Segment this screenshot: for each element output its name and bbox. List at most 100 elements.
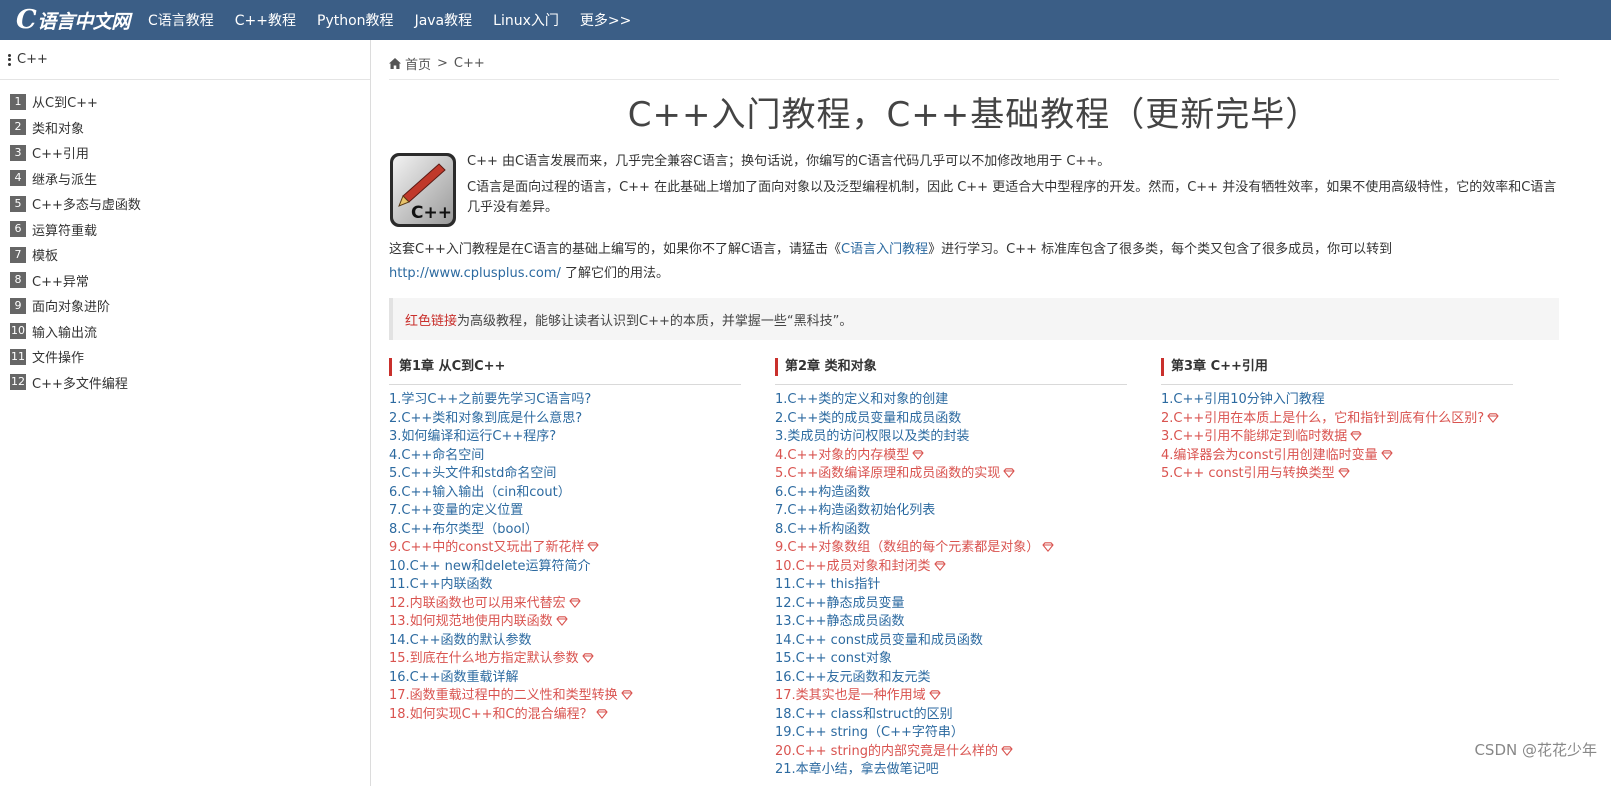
- sidebar-item-number: 6: [10, 221, 26, 238]
- lesson-link[interactable]: 14.C++函数的默认参数: [389, 632, 741, 651]
- sidebar-item-label: C++多文件编程: [32, 376, 128, 392]
- lesson-link[interactable]: 19.C++ string（C++字符串）: [775, 724, 1127, 743]
- page-title: C++入门教程，C++基础教程（更新完毕）: [627, 95, 1321, 135]
- sidebar-item[interactable]: 5 C++多态与虚函数: [0, 191, 370, 217]
- breadcrumb-current: C++: [453, 56, 485, 71]
- diamond-icon: [1350, 429, 1362, 441]
- c-tutorial-link[interactable]: C语言入门教程: [841, 242, 928, 257]
- lesson-link[interactable]: 2.C++类和对象到底是什么意思?: [389, 410, 741, 429]
- lesson-link[interactable]: 5.C++ const引用与转换类型: [1161, 465, 1513, 484]
- lesson-link[interactable]: 16.C++函数重载详解: [389, 669, 741, 688]
- lesson-link[interactable]: 17.类其实也是一种作用域: [775, 687, 1127, 706]
- lesson-link-text: 10.C++成员对象和封闭类: [775, 558, 931, 574]
- sidebar-item[interactable]: 9 面向对象进阶: [0, 293, 370, 319]
- sidebar-item-number: 10: [10, 323, 26, 340]
- chapter-title: 第3章 C++引用: [1161, 358, 1513, 376]
- lesson-link[interactable]: 6.C++构造函数: [775, 484, 1127, 503]
- advanced-notice: 红色链接 为高级教程，能够让读者认识到C++的本质，并掌握一些“黑科技”。: [389, 298, 1559, 340]
- lesson-link[interactable]: 4.编译器会为const引用创建临时变量: [1161, 447, 1513, 466]
- lesson-link[interactable]: 17.函数重载过程中的二义性和类型转换: [389, 687, 741, 706]
- lesson-link-text: 1.C++类的定义和对象的创建: [775, 392, 949, 407]
- lesson-link[interactable]: 16.C++友元函数和友元类: [775, 669, 1127, 688]
- breadcrumb-home-link[interactable]: 首页: [405, 54, 431, 73]
- lesson-link[interactable]: 4.C++对象的内存模型: [775, 447, 1127, 466]
- nav-item[interactable]: Java教程: [415, 10, 473, 30]
- sidebar-item-label: C++异常: [32, 274, 89, 290]
- lesson-link[interactable]: 12.内联函数也可以用来代替宏: [389, 595, 741, 614]
- sidebar-item[interactable]: 1 从C到C++: [0, 89, 370, 115]
- lesson-link[interactable]: 3.类成员的访问权限以及类的封装: [775, 428, 1127, 447]
- diamond-icon: [587, 540, 600, 552]
- lesson-link[interactable]: 1.C++类的定义和对象的创建: [775, 391, 1127, 410]
- lesson-link[interactable]: 4.C++命名空间: [389, 447, 741, 466]
- description-text-3: 了解它们的用法。: [560, 266, 669, 281]
- lesson-link[interactable]: 11.C++内联函数: [389, 576, 741, 595]
- intro-paragraph-2: C语言是面向过程的语言，C++ 在此基础上增加了面向对象以及泛型编程机制，因此 …: [467, 180, 1557, 215]
- lesson-link-text: 16.C++友元函数和友元类: [775, 669, 931, 685]
- diamond-icon: [929, 688, 941, 700]
- lesson-link[interactable]: 1.C++引用10分钟入门教程: [1161, 391, 1513, 410]
- nav-item[interactable]: Linux入门: [493, 10, 559, 30]
- lesson-link-text: 16.C++函数重载详解: [389, 669, 519, 685]
- sidebar-title: C++: [17, 52, 48, 67]
- lesson-link[interactable]: 18.如何实现C++和C的混合编程？: [389, 706, 741, 725]
- lesson-link[interactable]: 2.C++引用在本质上是什么，它和指针到底有什么区别?: [1161, 410, 1513, 429]
- sidebar-item[interactable]: 10 输入输出流: [0, 319, 370, 345]
- lesson-link-text: 4.编译器会为const引用创建临时变量: [1161, 447, 1378, 463]
- lesson-link[interactable]: 12.C++静态成员变量: [775, 595, 1127, 614]
- lesson-link[interactable]: 15.C++ const对象: [775, 650, 1127, 669]
- lesson-link[interactable]: 7.C++变量的定义位置: [389, 502, 741, 521]
- lesson-link[interactable]: 10.C++ new和delete运算符简介: [389, 558, 741, 577]
- lesson-link-text: 2.C++类的成员变量和成员函数: [775, 410, 962, 426]
- sidebar-item[interactable]: 12 C++多文件编程: [0, 370, 370, 396]
- lesson-link[interactable]: 2.C++类的成员变量和成员函数: [775, 410, 1127, 429]
- diamond-icon: [596, 707, 608, 719]
- lesson-link[interactable]: 5.C++头文件和std命名空间: [389, 465, 741, 484]
- chapter-column: 第3章 C++引用 1.C++引用10分钟入门教程 2.C++引用在本质上是什么，它…: [1161, 358, 1513, 484]
- lesson-link[interactable]: 10.C++成员对象和封闭类: [775, 558, 1127, 577]
- lesson-link[interactable]: 5.C++函数编译原理和成员函数的实现: [775, 465, 1127, 484]
- lesson-link-text: 19.C++ string（C++字符串）: [775, 725, 964, 740]
- sidebar-item[interactable]: 3 C++引用: [0, 140, 370, 166]
- lesson-link[interactable]: 7.C++构造函数初始化列表: [775, 502, 1127, 521]
- sidebar-item-label: C++引用: [32, 147, 89, 163]
- lesson-link[interactable]: 11.C++ this指针: [775, 576, 1127, 595]
- diamond-icon: [582, 651, 594, 663]
- chapter-divider: [775, 384, 1127, 385]
- lesson-link[interactable]: 21.本章小结，拿去做笔记吧: [775, 761, 1127, 780]
- sidebar-item[interactable]: 7 模板: [0, 242, 370, 268]
- site-logo[interactable]: C 语言中文网: [16, 0, 134, 40]
- sidebar-item[interactable]: 6 运算符重载: [0, 217, 370, 243]
- sidebar-item-label: 从C到C++: [32, 96, 98, 112]
- sidebar-item-number: 4: [10, 170, 26, 187]
- sidebar-item[interactable]: 8 C++异常: [0, 268, 370, 294]
- lesson-link[interactable]: 20.C++ string的内部究竟是什么样的: [775, 743, 1127, 762]
- lesson-link[interactable]: 9.C++对象数组（数组的每个元素都是对象）: [775, 539, 1127, 558]
- lesson-link[interactable]: 8.C++析构函数: [775, 521, 1127, 540]
- lesson-link[interactable]: 18.C++ class和struct的区别: [775, 706, 1127, 725]
- lesson-link[interactable]: 3.如何编译和运行C++程序?: [389, 428, 741, 447]
- sidebar-item-number: 8: [10, 272, 26, 289]
- lesson-link[interactable]: 13.C++静态成员函数: [775, 613, 1127, 632]
- notice-text: 为高级教程，能够让读者认识到C++的本质，并掌握一些“黑科技”。: [457, 313, 853, 329]
- diamond-icon: [1001, 744, 1013, 756]
- lesson-link[interactable]: 3.C++引用不能绑定到临时数据: [1161, 428, 1513, 447]
- sidebar-item[interactable]: 11 文件操作: [0, 344, 370, 370]
- lesson-link[interactable]: 1.学习C++之前要先学习C语言吗?: [389, 391, 741, 410]
- nav-item[interactable]: C语言教程: [148, 10, 214, 30]
- intro-text: C++ 由C语言发展而来，几乎完全兼容C语言；换句话说，你编写的C语言代码几乎可…: [467, 152, 1559, 228]
- lesson-link[interactable]: 13.如何规范地使用内联函数: [389, 613, 741, 632]
- lesson-link[interactable]: 8.C++布尔类型（bool）: [389, 521, 741, 540]
- lesson-link-text: 7.C++变量的定义位置: [389, 503, 524, 518]
- nav-item[interactable]: 更多>>: [580, 10, 631, 30]
- sidebar-item[interactable]: 4 继承与派生: [0, 166, 370, 192]
- cplusplus-link[interactable]: http://www.cplusplus.com/: [389, 266, 561, 281]
- nav-item[interactable]: Python教程: [317, 10, 394, 30]
- lesson-link[interactable]: 14.C++ const成员变量和成员函数: [775, 632, 1127, 651]
- sidebar-item[interactable]: 2 类和对象: [0, 115, 370, 141]
- lesson-link[interactable]: 6.C++输入输出（cin和cout）: [389, 484, 741, 503]
- sidebar-item-label: 类和对象: [32, 121, 85, 137]
- nav-item[interactable]: C++教程: [235, 10, 296, 30]
- lesson-link[interactable]: 15.到底在什么地方指定默认参数: [389, 650, 741, 669]
- lesson-link[interactable]: 9.C++中的const又玩出了新花样: [389, 539, 741, 558]
